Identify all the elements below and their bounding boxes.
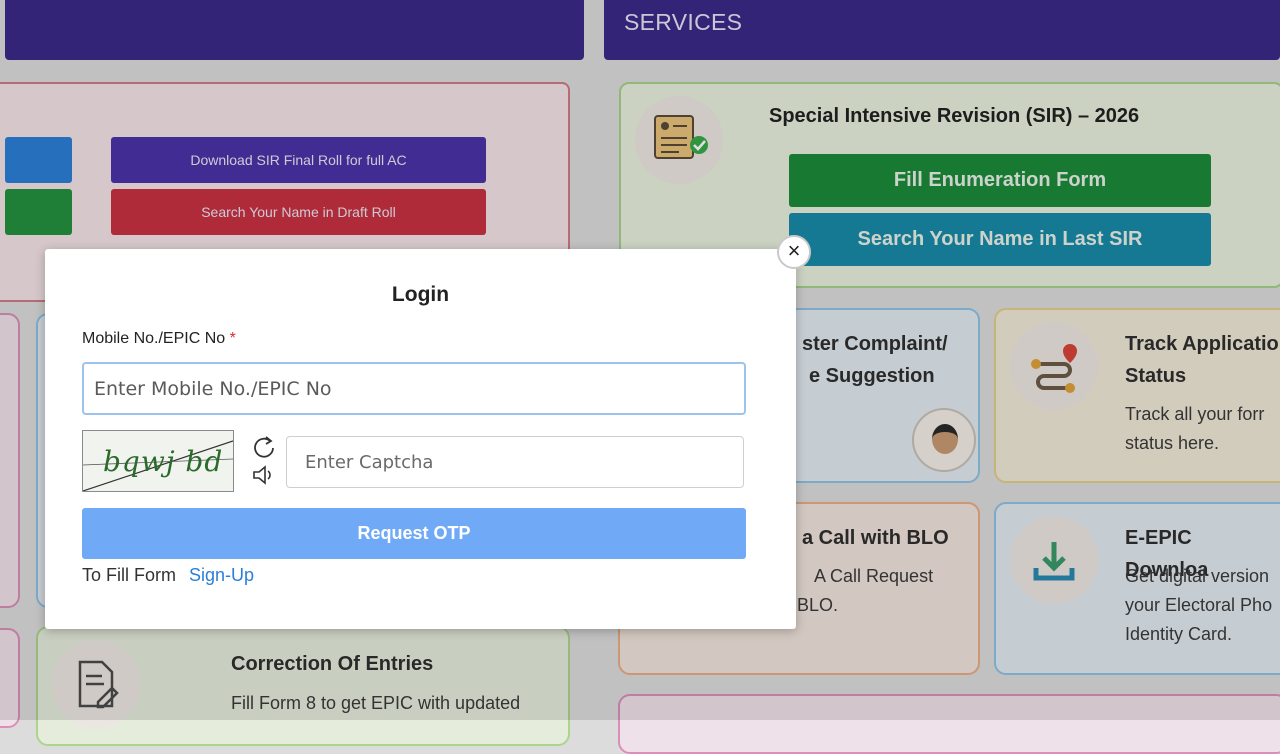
- login-modal: Login Mobile No./EPIC No * bqwj bd Reque…: [45, 249, 796, 629]
- captcha-image: bqwj bd: [82, 430, 234, 492]
- signup-link[interactable]: Sign-Up: [189, 565, 254, 585]
- captcha-text: bqwj bd: [103, 445, 223, 478]
- modal-title: Login: [391, 283, 450, 306]
- audio-captcha-button[interactable]: [250, 463, 278, 487]
- required-mark: *: [229, 330, 236, 347]
- close-icon: ×: [787, 238, 801, 263]
- mobile-field-label: Mobile No./EPIC No *: [82, 330, 236, 348]
- refresh-icon: [254, 436, 274, 458]
- signup-prefix: To Fill Form: [82, 565, 176, 585]
- close-modal-button[interactable]: ×: [777, 235, 811, 269]
- mobile-label-text: Mobile No./EPIC No: [82, 330, 226, 347]
- speaker-icon: [253, 465, 271, 485]
- signup-row: To Fill Form Sign-Up: [82, 565, 254, 586]
- captcha-input[interactable]: [286, 436, 744, 488]
- mobile-epic-input[interactable]: [82, 362, 746, 415]
- refresh-captcha-button[interactable]: [250, 433, 278, 461]
- request-otp-button[interactable]: Request OTP: [82, 508, 746, 559]
